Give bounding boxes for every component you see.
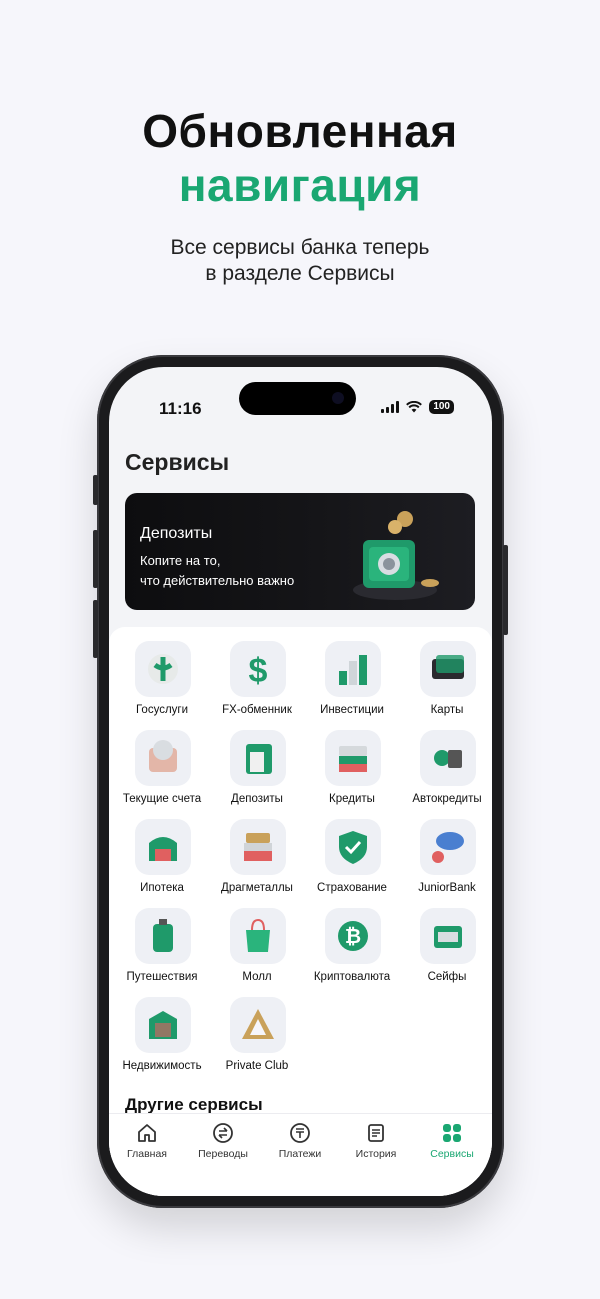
service-tile-juniorbank[interactable]: JuniorBank	[399, 819, 492, 904]
service-tile-safe-box[interactable]: Сейфы	[399, 908, 492, 993]
insurance-shield-icon	[325, 819, 381, 875]
suitcase-icon	[135, 908, 191, 964]
service-tile-car-loan[interactable]: Автокредиты	[399, 730, 492, 815]
cards-icon	[420, 641, 476, 697]
service-tile-investments[interactable]: Инвестиции	[304, 641, 400, 726]
status-icons: 100	[381, 400, 454, 414]
service-tile-precious-metals[interactable]: Драгметаллы	[209, 819, 305, 904]
app-screen: 11:16 100 Сервисы Депозиты Копите на то,…	[109, 367, 492, 1196]
real-estate-icon	[135, 997, 191, 1053]
services-grid-icon	[443, 1124, 461, 1142]
history-icon	[368, 1124, 384, 1142]
tab-history[interactable]: История	[338, 1122, 414, 1160]
page-title: Сервисы	[125, 449, 230, 475]
banner-text: Копите на то, что действительно важно	[140, 553, 295, 588]
tab-services[interactable]: Сервисы	[414, 1122, 490, 1160]
service-tile-credits[interactable]: Кредиты	[304, 730, 400, 815]
promo-subtitle-line1: Все сервисы банка теперь	[170, 236, 430, 259]
gosuslugi-icon	[135, 641, 191, 697]
services-grid: Госуслуги $ FX-обменник Инвестиции Карты Теку…	[109, 627, 492, 1196]
precious-metals-icon	[230, 819, 286, 875]
home-icon	[138, 1124, 156, 1142]
investments-icon	[325, 641, 381, 697]
service-tile-suitcase[interactable]: Путешествия	[114, 908, 210, 993]
bottom-tab-bar: Главная Переводы Платежи История Сервисы	[109, 1113, 492, 1196]
juniorbank-icon	[420, 819, 476, 875]
banner-title: Депозиты	[140, 525, 213, 542]
signal-icon	[381, 401, 400, 413]
dynamic-island	[239, 382, 356, 415]
service-label: Ипотека	[140, 882, 184, 894]
service-label: FX-обменник	[222, 704, 292, 716]
promo-title-line2: навигация	[178, 159, 422, 211]
service-label: Сейфы	[427, 971, 467, 983]
dollar-icon: $	[230, 641, 286, 697]
wifi-icon	[406, 401, 423, 413]
service-label: Страхование	[317, 882, 387, 894]
status-time: 11:16	[159, 399, 202, 418]
payments-icon	[290, 1123, 310, 1143]
power-button	[503, 545, 508, 635]
service-tile-mortgage[interactable]: Ипотека	[114, 819, 210, 904]
tab-payments[interactable]: Платежи	[262, 1122, 338, 1160]
battery-indicator: 100	[429, 400, 454, 414]
safe-illustration-icon	[353, 511, 439, 600]
service-label: JuniorBank	[418, 882, 476, 894]
service-label: Драгметаллы	[221, 882, 293, 894]
promo-title-line1: Обновленная	[142, 105, 458, 157]
svg-text:$: $	[249, 652, 268, 689]
service-label: Криптовалюта	[313, 971, 391, 983]
transfers-icon	[213, 1123, 233, 1143]
service-label: Кредиты	[329, 793, 375, 805]
private-club-icon	[230, 997, 286, 1053]
service-tile-bitcoin[interactable]: ₿ Криптовалюта	[304, 908, 400, 993]
deposits-icon	[230, 730, 286, 786]
service-tile-shopping-bag[interactable]: Молл	[209, 908, 305, 993]
deposits-banner[interactable]: Депозиты Копите на то, что действительно…	[125, 493, 475, 610]
svg-text:₿: ₿	[345, 926, 361, 948]
bitcoin-icon: ₿	[325, 908, 381, 964]
service-tile-private-club[interactable]: Private Club	[209, 997, 305, 1082]
mortgage-icon	[135, 819, 191, 875]
service-label: Private Club	[225, 1060, 289, 1072]
service-tile-deposits[interactable]: Депозиты	[209, 730, 305, 815]
tab-transfers[interactable]: Переводы	[185, 1122, 261, 1160]
volume-up-button	[93, 530, 98, 588]
service-tile-accounts[interactable]: Текущие счета	[114, 730, 210, 815]
service-tile-dollar[interactable]: $ FX-обменник	[209, 641, 305, 726]
tab-home[interactable]: Главная	[109, 1122, 185, 1160]
service-tile-gosuslugi[interactable]: Госуслуги	[114, 641, 210, 726]
service-tile-cards[interactable]: Карты	[399, 641, 492, 726]
phone-frame: 11:16 100 Сервисы Депозиты Копите на то,…	[93, 355, 508, 1208]
service-tile-real-estate[interactable]: Недвижимость	[114, 997, 210, 1082]
service-label: Карты	[430, 704, 464, 716]
shopping-bag-icon	[230, 908, 286, 964]
accounts-icon	[135, 730, 191, 786]
service-label: Молл	[242, 971, 272, 983]
service-label: Текущие счета	[122, 793, 202, 805]
service-label: Автокредиты	[412, 793, 482, 805]
car-loan-icon	[420, 730, 476, 786]
service-tile-insurance-shield[interactable]: Страхование	[304, 819, 400, 904]
service-label: Недвижимость	[122, 1060, 202, 1072]
safe-box-icon	[420, 908, 476, 964]
service-label: Путешествия	[126, 971, 198, 983]
service-label: Депозиты	[231, 793, 283, 805]
action-button	[93, 475, 98, 505]
other-services-title: Другие сервисы	[125, 1095, 263, 1114]
promo-subtitle-line2: в разделе Сервисы	[205, 262, 395, 285]
service-label: Госуслуги	[135, 704, 189, 716]
credits-icon	[325, 730, 381, 786]
volume-down-button	[93, 600, 98, 658]
service-label: Инвестиции	[320, 704, 384, 716]
